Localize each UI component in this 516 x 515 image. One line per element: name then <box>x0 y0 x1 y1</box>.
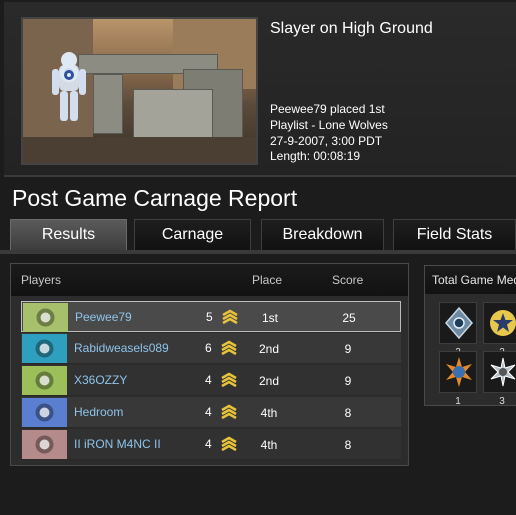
rank-chevron-icon <box>221 372 237 388</box>
medals-title: Total Game Medals <box>432 273 516 287</box>
gamertag-link[interactable]: Rabidweasels089 <box>74 341 169 355</box>
rank-chevron-icon <box>221 436 237 452</box>
medal-3[interactable]: 3 <box>483 351 516 405</box>
player-emblem <box>22 430 67 459</box>
playlist-text: Playlist - Lone Wolves <box>270 118 388 132</box>
medals-panel: Total Game Medals 2 2 1 3 <box>424 265 516 406</box>
place-column-header: Place <box>252 273 283 287</box>
tab-bar: Results Carnage Breakdown Field Stats <box>10 219 516 251</box>
rank-number: 6 <box>205 341 212 355</box>
place-value: 2nd <box>258 342 280 356</box>
place-value: 1st <box>261 311 278 325</box>
tab-field-stats[interactable]: Field Stats <box>393 219 516 251</box>
place-value: 2nd <box>258 374 280 388</box>
medals-header: Total Game Medals <box>425 266 516 294</box>
tab-carnage[interactable]: Carnage <box>134 219 251 251</box>
placement-text: Peewee79 placed 1st <box>270 102 385 116</box>
place-value: 4th <box>260 406 278 420</box>
gamertag-link[interactable]: Hedroom <box>74 405 123 419</box>
players-column-header: Players <box>21 273 62 287</box>
rank-chevron-icon <box>221 340 237 356</box>
game-title: Slayer on High Ground <box>270 20 433 37</box>
table-row[interactable]: Rabidweasels089 6 2nd 9 <box>21 333 401 364</box>
medal-1[interactable]: 2 <box>483 302 516 358</box>
score-value: 25 <box>342 311 356 325</box>
emblem-icon <box>35 435 54 454</box>
spartan-figure-icon <box>52 52 86 121</box>
length-text: Length: 00:08:19 <box>270 149 361 163</box>
score-value: 9 <box>344 342 352 356</box>
rank-chevron-icon <box>221 404 237 420</box>
gamertag-link[interactable]: Peewee79 <box>75 310 132 324</box>
rank-number: 4 <box>205 437 212 451</box>
tab-divider <box>0 250 516 254</box>
results-header: Players Place Score <box>11 264 408 296</box>
rank-number: 4 <box>205 373 212 387</box>
tab-breakdown[interactable]: Breakdown <box>261 219 384 251</box>
page-title: Post Game Carnage Report <box>12 185 298 211</box>
burst-medal-icon <box>446 357 472 387</box>
score-value: 9 <box>344 374 352 388</box>
diamond-medal-icon <box>445 306 473 340</box>
date-text: 27-9-2007, 3:00 PDT <box>270 134 383 148</box>
game-summary-card: Slayer on High Ground Peewee79 placed 1s… <box>4 2 516 177</box>
medal-count: 1 <box>455 396 461 406</box>
score-column-header: Score <box>332 273 364 287</box>
score-value: 8 <box>344 406 352 420</box>
player-emblem <box>22 398 67 427</box>
rank-number: 4 <box>205 405 212 419</box>
rank-chevron-icon <box>222 309 238 325</box>
spike-medal-icon <box>490 357 516 387</box>
table-row[interactable]: X36OZZY 4 2nd 9 <box>21 365 401 396</box>
star-medal-icon <box>490 310 516 336</box>
emblem-icon <box>35 371 54 390</box>
score-value: 8 <box>344 438 352 452</box>
player-emblem <box>23 303 68 332</box>
map-thumbnail <box>21 17 258 165</box>
gamertag-link[interactable]: II iRON M4NC II <box>74 437 161 451</box>
medal-count: 3 <box>499 396 505 406</box>
table-row[interactable]: Hedroom 4 4th 8 <box>21 397 401 428</box>
emblem-icon <box>36 308 55 327</box>
table-row[interactable]: Peewee79 5 1st 25 <box>21 301 401 332</box>
emblem-icon <box>35 339 54 358</box>
player-emblem <box>22 366 67 395</box>
rank-number: 5 <box>206 310 213 324</box>
medal-0[interactable]: 2 <box>439 302 477 358</box>
medal-2[interactable]: 1 <box>439 351 477 405</box>
player-emblem <box>22 334 67 363</box>
gamertag-link[interactable]: X36OZZY <box>74 373 127 387</box>
tab-results[interactable]: Results <box>10 219 127 251</box>
results-panel: Players Place Score Peewee79 5 1st 25 Rabidw… <box>10 263 409 466</box>
table-row[interactable]: II iRON M4NC II 4 4th 8 <box>21 429 401 460</box>
place-value: 4th <box>260 438 278 452</box>
emblem-icon <box>35 403 54 422</box>
